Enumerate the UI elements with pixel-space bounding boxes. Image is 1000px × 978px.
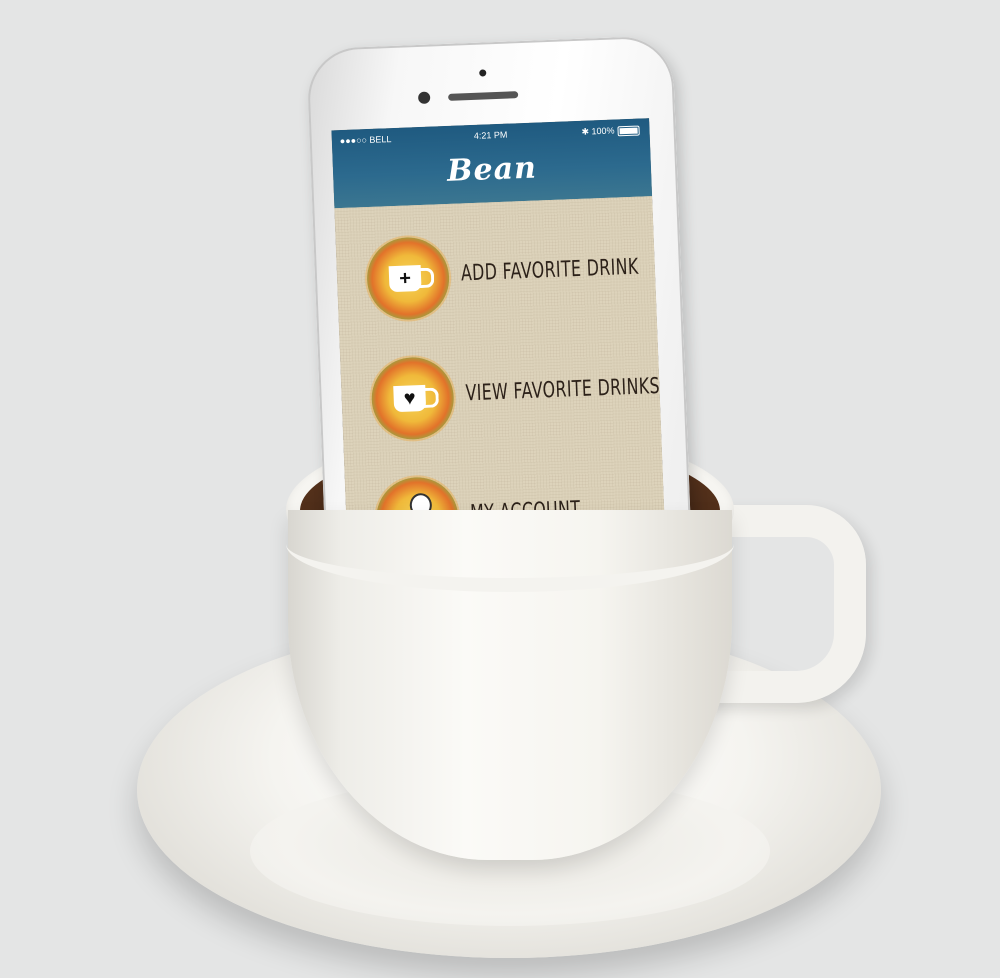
status-bar: ●●●○○ BELL 4:21 PM ✱ 100% <box>332 124 650 150</box>
menu-item-label: ADD FAVORITE DRINK <box>460 254 640 287</box>
add-cup-icon: + <box>388 265 422 293</box>
front-camera-icon <box>417 91 431 104</box>
bluetooth-icon: ✱ <box>581 126 592 137</box>
phone-speaker <box>448 91 519 101</box>
battery-percent: 100% <box>591 125 615 137</box>
app-title: Bean <box>446 150 538 189</box>
battery-icon <box>617 125 640 136</box>
nav-bar: ●●●○○ BELL 4:21 PM ✱ 100% Bean <box>331 118 653 209</box>
phone-sensor <box>479 69 487 77</box>
view-favorites-badge: ♥ <box>370 355 456 441</box>
menu-item-label: VIEW FAVORITE DRINKS <box>465 373 661 407</box>
cup-handle-icon <box>418 267 435 289</box>
battery-status: ✱ 100% <box>581 125 640 138</box>
cup-handle-icon <box>423 387 440 408</box>
add-favorite-badge: + <box>365 235 451 322</box>
product-scene: ●●●○○ BELL 4:21 PM ✱ 100% Bean + ADD FAV… <box>0 0 1000 978</box>
menu-item-add-favorite-drink[interactable]: + ADD FAVORITE DRINK <box>365 228 659 329</box>
cup-front-rim <box>286 496 734 592</box>
menu-item-view-favorite-drinks[interactable]: ♥ VIEW FAVORITE DRINKS <box>370 348 663 449</box>
heart-cup-icon: ♥ <box>393 384 427 413</box>
